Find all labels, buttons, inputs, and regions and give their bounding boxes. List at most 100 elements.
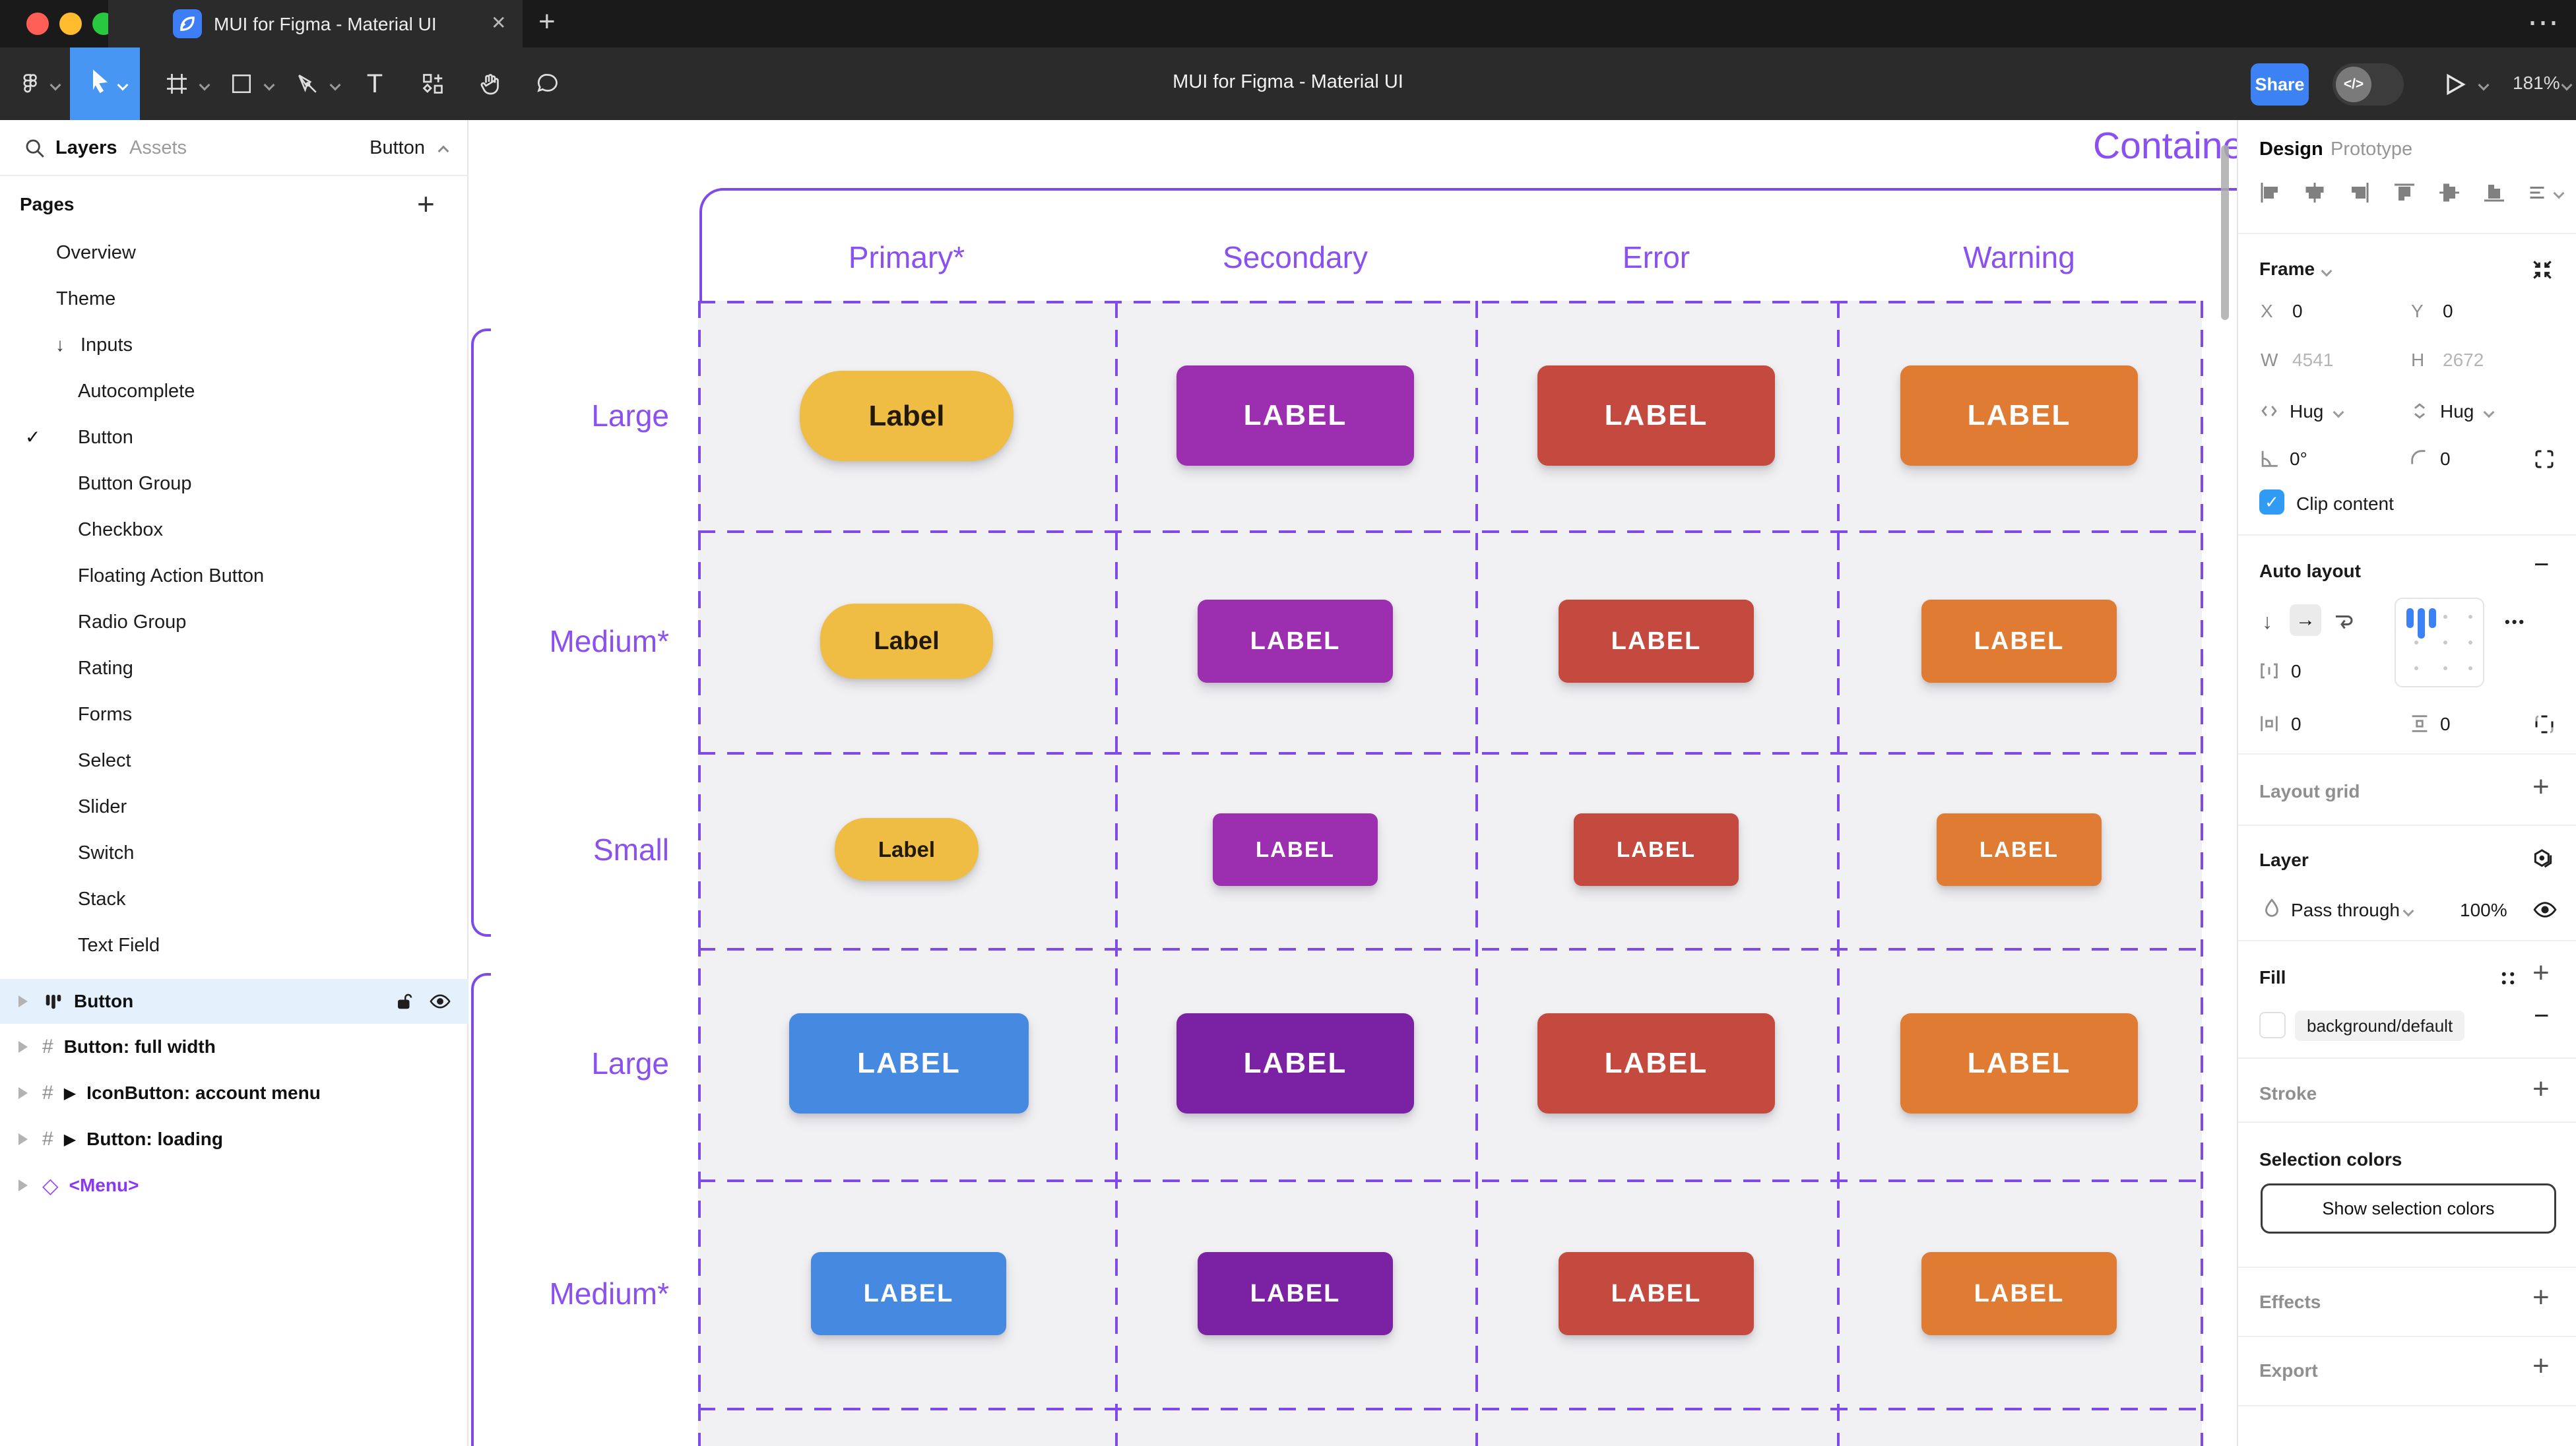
button-secondary-small[interactable]: LABEL — [1213, 813, 1378, 886]
button-error-medium-2[interactable]: LABEL — [1559, 1252, 1754, 1335]
align-horizontal-center-icon[interactable] — [2303, 181, 2327, 204]
hug-horizontal-value[interactable]: Hug — [2290, 401, 2323, 422]
align-left-icon[interactable] — [2258, 181, 2282, 204]
collapse-icon[interactable] — [2530, 257, 2555, 282]
add-fill-icon[interactable]: + — [2532, 957, 2550, 990]
button-warning-medium-2[interactable]: LABEL — [1921, 1252, 2117, 1335]
add-export-icon[interactable]: + — [2532, 1350, 2550, 1383]
zoom-chevron-icon[interactable] — [2563, 80, 2571, 92]
remove-auto-layout-icon[interactable]: − — [2534, 550, 2549, 580]
design-canvas[interactable]: Contained Primary* Secondary Error Warni… — [468, 120, 2237, 1446]
button-error-medium[interactable]: LABEL — [1559, 600, 1754, 683]
blend-mode-icon[interactable] — [2530, 847, 2556, 873]
sidebar-page-text-field[interactable]: Text Field — [0, 922, 468, 968]
eye-icon[interactable] — [2532, 897, 2558, 922]
sidebar-page-button-group[interactable]: Button Group — [0, 460, 468, 507]
chevron-down-icon[interactable] — [2485, 408, 2493, 420]
sidebar-page-stack[interactable]: Stack — [0, 876, 468, 922]
align-bottom-icon[interactable] — [2482, 181, 2506, 204]
remove-fill-icon[interactable]: − — [2534, 1001, 2549, 1031]
layout-horizontal-icon-selected[interactable]: → — [2290, 604, 2321, 636]
present-icon[interactable] — [2441, 71, 2468, 98]
blend-mode-value[interactable]: Pass through — [2291, 900, 2400, 921]
distribute-chevron-icon[interactable] — [2555, 189, 2563, 201]
tab-design[interactable]: Design — [2259, 139, 2323, 160]
button-warning-medium[interactable]: LABEL — [1921, 600, 2117, 683]
horizontal-padding-value[interactable]: 0 — [2291, 714, 2302, 735]
add-stroke-icon[interactable]: + — [2532, 1073, 2550, 1106]
layout-wrap-icon[interactable] — [2332, 610, 2356, 633]
chevron-right-icon[interactable] — [18, 995, 28, 1007]
button-warning-large[interactable]: LABEL — [1900, 365, 2138, 466]
fill-token-chip[interactable]: background/default — [2295, 1011, 2464, 1041]
tab-prototype[interactable]: Prototype — [2331, 139, 2412, 160]
chevron-right-icon[interactable] — [18, 1041, 28, 1053]
button-primary-medium-2[interactable]: LABEL — [811, 1252, 1006, 1335]
button-secondary-large[interactable]: LABEL — [1176, 365, 1414, 466]
sidebar-page-overview[interactable]: Overview — [0, 230, 468, 276]
align-vertical-center-icon[interactable] — [2437, 181, 2461, 204]
chevron-right-icon[interactable] — [18, 1179, 28, 1191]
eye-icon[interactable] — [429, 990, 451, 1013]
sidebar-page-rating[interactable]: Rating — [0, 645, 468, 691]
auto-layout-more-icon[interactable]: ••• — [2505, 613, 2526, 631]
layout-vertical-icon[interactable]: ↓ — [2262, 610, 2272, 634]
chevron-right-icon[interactable] — [18, 1087, 28, 1099]
alignment-widget[interactable] — [2395, 598, 2484, 687]
layer-row-button-loading[interactable]: # ▶ Button: loading — [0, 1116, 468, 1162]
add-layout-grid-icon[interactable]: + — [2532, 770, 2550, 803]
share-button[interactable]: Share — [2251, 63, 2309, 106]
w-value[interactable]: 4541 — [2292, 350, 2333, 371]
button-secondary-large-2[interactable]: LABEL — [1176, 1013, 1414, 1114]
tab-assets[interactable]: Assets — [129, 137, 187, 159]
sidebar-page-slider[interactable]: Slider — [0, 784, 468, 830]
button-secondary-medium-2[interactable]: LABEL — [1198, 1252, 1393, 1335]
clip-content-label[interactable]: Clip content — [2296, 493, 2394, 515]
align-top-icon[interactable] — [2393, 181, 2416, 204]
sidebar-page-fab[interactable]: Floating Action Button — [0, 553, 468, 599]
frame-section-title[interactable]: Frame — [2259, 259, 2315, 280]
minimize-window-button[interactable] — [59, 13, 82, 35]
file-tab[interactable]: MUI for Figma - Material UI ✕ — [108, 0, 523, 47]
layer-row-iconbutton-account-menu[interactable]: # ▶ IconButton: account menu — [0, 1070, 468, 1116]
chevron-up-icon[interactable] — [439, 146, 447, 158]
vertical-padding-value[interactable]: 0 — [2440, 714, 2451, 735]
independent-corners-icon[interactable] — [2532, 447, 2556, 471]
button-warning-small[interactable]: LABEL — [1937, 813, 2102, 886]
lock-open-icon[interactable] — [395, 991, 414, 1011]
new-tab-button[interactable]: + — [538, 5, 556, 38]
sidebar-page-select[interactable]: Select — [0, 738, 468, 784]
button-secondary-medium[interactable]: LABEL — [1198, 600, 1393, 683]
hug-vertical-value[interactable]: Hug — [2440, 401, 2474, 422]
fill-color-swatch[interactable] — [2259, 1012, 2286, 1038]
sidebar-page-radio-group[interactable]: Radio Group — [0, 599, 468, 645]
chevron-down-icon[interactable] — [2334, 408, 2342, 420]
x-value[interactable]: 0 — [2292, 301, 2303, 322]
button-warning-large-2[interactable]: LABEL — [1900, 1013, 2138, 1114]
button-primary-large-2[interactable]: LABEL — [789, 1013, 1029, 1114]
show-selection-colors-button[interactable]: Show selection colors — [2261, 1183, 2556, 1234]
clip-content-checkbox[interactable]: ✓ — [2259, 489, 2284, 515]
layer-row-button-full-width[interactable]: # Button: full width — [0, 1024, 468, 1070]
layer-row-button[interactable]: Button — [0, 979, 468, 1024]
layer-row-menu-component[interactable]: ◇ <Menu> — [0, 1162, 468, 1209]
h-value[interactable]: 2672 — [2443, 350, 2484, 371]
chevron-down-icon[interactable] — [2323, 267, 2331, 278]
align-right-icon[interactable] — [2348, 181, 2371, 204]
button-primary-small[interactable]: Label — [835, 818, 979, 881]
corner-radius-value[interactable]: 0 — [2440, 449, 2451, 470]
y-value[interactable]: 0 — [2443, 301, 2453, 322]
independent-padding-icon[interactable] — [2532, 712, 2556, 736]
window-more-icon[interactable]: ⋯ — [2527, 4, 2560, 41]
present-chevron-icon[interactable] — [2480, 80, 2488, 92]
close-window-button[interactable] — [26, 13, 49, 35]
dev-mode-toggle[interactable]: </> — [2333, 63, 2404, 106]
button-primary-medium[interactable]: Label — [820, 604, 993, 679]
add-effect-icon[interactable]: + — [2532, 1281, 2550, 1314]
button-error-large-2[interactable]: LABEL — [1537, 1013, 1775, 1114]
add-page-icon[interactable]: + — [417, 186, 435, 222]
button-error-small[interactable]: LABEL — [1574, 813, 1739, 886]
sidebar-page-inputs[interactable]: ↓Inputs — [0, 322, 468, 368]
sidebar-page-forms[interactable]: Forms — [0, 691, 468, 738]
button-error-large[interactable]: LABEL — [1537, 365, 1775, 466]
